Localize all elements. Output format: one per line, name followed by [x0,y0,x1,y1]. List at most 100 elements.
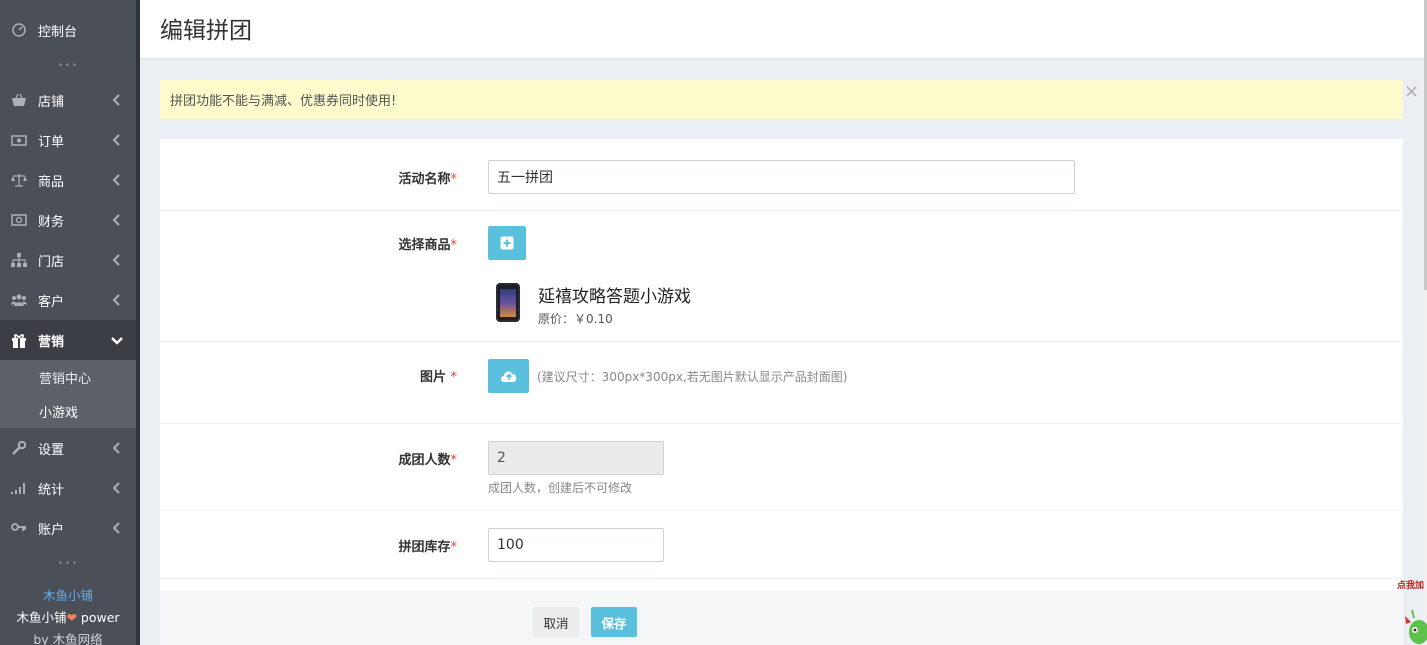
sidebar-item-marketing[interactable]: 营销 [0,320,136,360]
chevron-left-icon [112,214,120,226]
cloud-upload-icon [500,371,516,382]
chevron-left-icon [112,134,120,146]
select-product-label-text: 选择商品 [398,238,451,253]
page-header: 编辑拼团 [140,0,1427,59]
group-size-input: 2 [488,441,664,475]
sitemap-icon [10,251,28,269]
activity-name-value: 五一拼团 [497,170,553,186]
gift-icon [10,331,28,349]
brand-power-line: 木鱼小铺❤ power [0,607,136,626]
money-bill-icon [10,131,28,149]
page-title: 编辑拼团 [160,18,252,44]
selected-product[interactable]: 延禧攻略答题小游戏 原价：￥0.10 [496,282,896,326]
brand-name[interactable]: 木鱼小铺 [0,585,136,604]
sidebar-item-settings[interactable]: 设置 [0,428,136,468]
signal-icon [10,479,28,497]
cancel-button[interactable]: 取消 [533,607,579,637]
chevron-left-icon [112,482,120,494]
activity-name-label-text: 活动名称 [398,172,451,187]
sidebar-item-customer[interactable]: 客户 [0,280,136,320]
brand-power-suffix: power [76,610,120,625]
image-label: 图片 * [420,366,457,385]
required-mark: * [450,238,458,253]
select-product-label: 选择商品* [398,234,457,253]
heart-icon: ❤ [66,610,77,625]
sidebar-item-product[interactable]: 商品 [0,160,136,200]
chevron-left-icon [112,294,120,306]
chevron-left-icon [112,254,120,266]
sidebar-subitem-mini-game[interactable]: 小游戏 [0,394,136,428]
group-size-label-text: 成团人数 [398,453,451,468]
sidebar-item-label: 门店 [38,254,65,270]
image-size-hint: (建议尺寸：300px*300px,若无图片默认显示产品封面图) [537,370,848,384]
float-widget-label: 点我加 [1397,581,1425,591]
activity-name-input[interactable]: 五一拼团 [488,160,1075,194]
form-row-group-size: 成团人数* 2 成团人数，创建后不可修改 [160,424,1403,511]
sidebar-item-label: 财务 [38,214,65,230]
basket-icon [10,91,28,109]
group-size-value: 2 [497,450,506,466]
sidebar-item-dashboard[interactable]: 控制台 [0,10,136,50]
group-size-hint: 成团人数，创建后不可修改 [488,481,633,495]
required-mark: * [450,370,458,385]
cash-icon [10,211,28,229]
sidebar-item-label: 设置 [38,442,65,458]
required-mark: * [450,172,458,187]
chevron-left-icon [112,174,120,186]
chevron-left-icon [112,522,120,534]
required-mark: * [450,540,458,555]
brand-power-prefix: 木鱼小铺 [16,610,67,625]
sidebar-item-label: 客户 [38,294,65,310]
float-contact-widget[interactable]: 点我加 [1397,574,1427,645]
sidebar-item-label: 账户 [38,522,65,538]
brand-by-line: by 木鱼网络 [33,632,103,645]
sidebar-item-store[interactable]: 店铺 [0,80,136,120]
close-icon[interactable]: × [1404,83,1420,101]
sidebar-item-label: 营销 [38,334,65,350]
sidebar-item-label: 商品 [38,174,65,190]
product-name: 延禧攻略答题小游戏 [538,287,691,307]
sidebar-item-account[interactable]: 账户 [0,508,136,548]
users-icon [10,291,28,309]
add-product-button[interactable] [488,226,526,260]
sidebar-item-label: 订单 [38,134,65,150]
form-row-activity-name: 活动名称* 五一拼团 [160,139,1403,211]
notice-banner: 拼团功能不能与满减、优惠券同时使用! [160,80,1403,119]
sidebar: 控制台 ••• 店铺 订单 商品 财务 门店 客户 营销 营销中心 小游戏 设置… [0,0,136,645]
group-stock-value: 100 [497,537,524,553]
activity-name-label: 活动名称* [398,168,457,187]
form-row-group-stock: 拼团库存* 100 [160,511,1403,579]
form-row-image: 图片 * (建议尺寸：300px*300px,若无图片默认显示产品封面图) [160,342,1403,424]
mascot-icon [1405,609,1427,644]
sidebar-item-label: 店铺 [38,94,65,110]
upload-image-button[interactable] [488,359,529,393]
save-button[interactable]: 保存 [591,607,637,637]
chevron-left-icon [112,442,120,454]
sidebar-item-finance[interactable]: 财务 [0,200,136,240]
sidebar-item-label: 控制台 [38,24,78,40]
gauge-icon [10,21,28,39]
form-footer: 取消 保存 [160,591,1403,645]
sidebar-item-label: 统计 [38,482,65,498]
group-size-label: 成团人数* [398,449,457,468]
product-price: 原价：￥0.10 [538,312,613,326]
chevron-down-icon [111,337,123,345]
sidebar-scrollbar[interactable] [136,0,140,645]
sidebar-item-stats[interactable]: 统计 [0,468,136,508]
sidebar-brand: 木鱼小铺 木鱼小铺❤ power by 木鱼网络 [0,585,136,645]
group-stock-input[interactable]: 100 [488,528,664,562]
product-thumbnail [496,283,520,322]
image-label-text: 图片 [419,370,451,385]
sidebar-subitem-marketing-center[interactable]: 营销中心 [0,360,136,394]
sidebar-divider: ••• [57,59,79,71]
sidebar-item-shop[interactable]: 门店 [0,240,136,280]
marketing-submenu: 营销中心 小游戏 [0,360,136,428]
wrench-icon [10,439,28,457]
chevron-left-icon [112,94,120,106]
notice-text: 拼团功能不能与满减、优惠券同时使用! [170,94,397,109]
sidebar-divider: ••• [57,557,79,569]
group-stock-label: 拼团库存* [398,536,457,555]
scale-icon [10,171,28,189]
plus-square-icon [500,236,514,250]
sidebar-item-order[interactable]: 订单 [0,120,136,160]
